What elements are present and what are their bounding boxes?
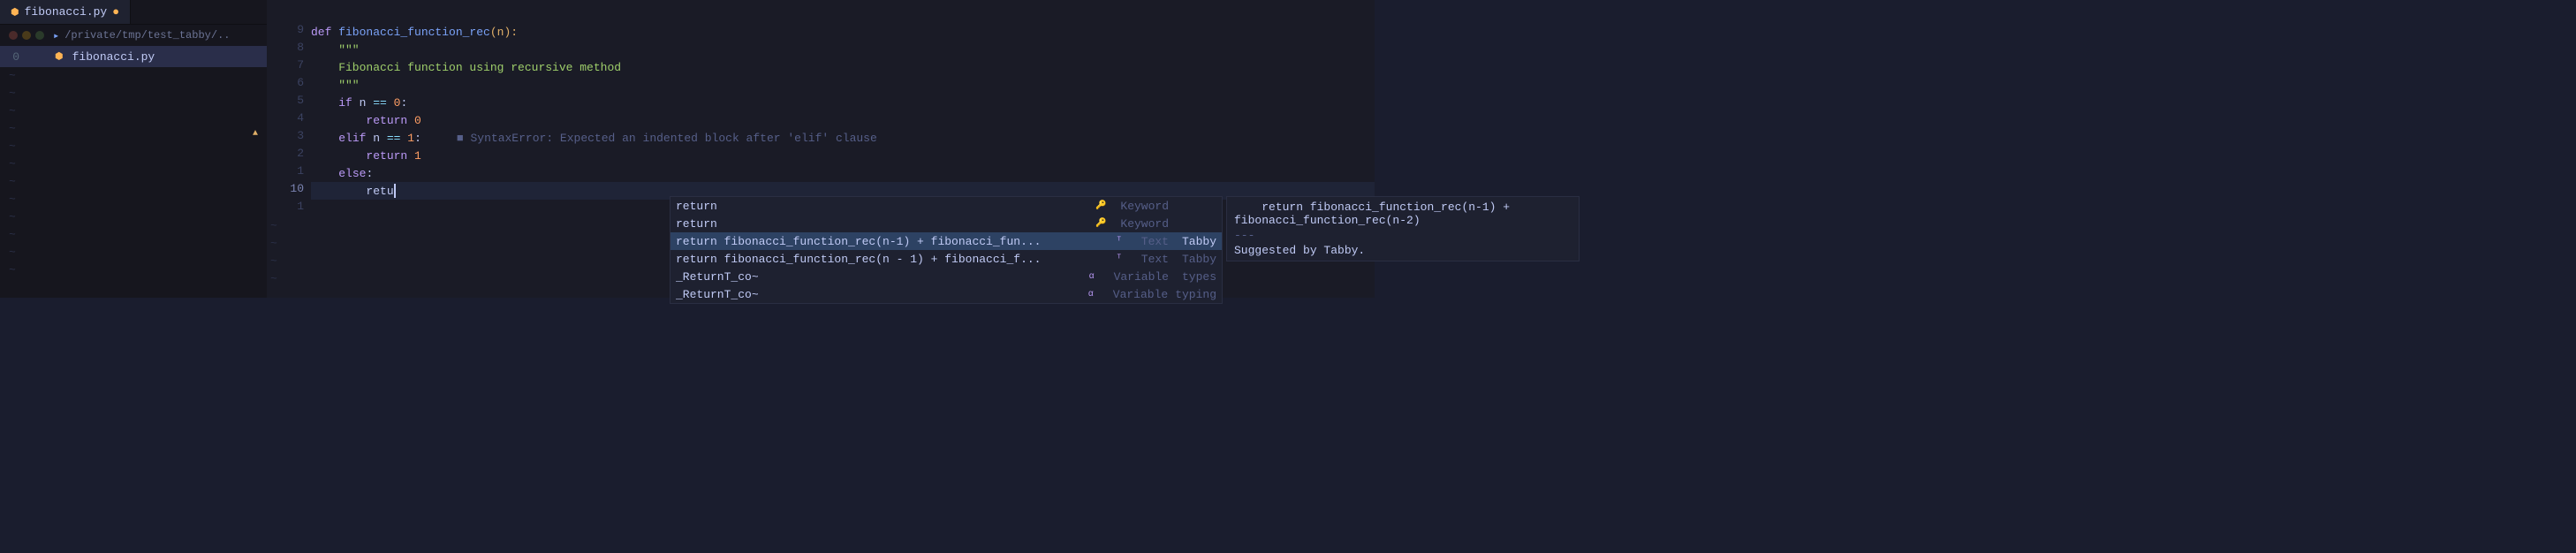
- completion-text: return fibonacci_function_rec(n - 1) + f…: [676, 253, 1117, 266]
- folder-icon: ▸: [53, 29, 59, 42]
- completion-text: return fibonacci_function_rec(n-1) + fib…: [676, 235, 1117, 248]
- completion-kind: Keyword: [1120, 217, 1169, 231]
- txt-icon: ᵀ: [1117, 254, 1129, 264]
- key-icon: 🔑: [1095, 201, 1108, 211]
- completion-source: types: [1176, 270, 1216, 284]
- empty-lines: ~~~~: [270, 217, 277, 288]
- completion-kind: Text: [1141, 253, 1169, 266]
- line-number: 6: [267, 76, 311, 94]
- line-number: 5: [267, 94, 311, 111]
- completion-kind: Variable: [1114, 270, 1169, 284]
- editor-sidebar: ⬢ fibonacci.py ● ▸ /private/tmp/test_tab…: [0, 0, 267, 298]
- python-icon: ⬢: [55, 50, 64, 63]
- completion-text: _ReturnT_co~: [676, 270, 1089, 284]
- modified-indicator-icon: ●: [112, 5, 119, 19]
- line-number: ▲ 3: [267, 129, 311, 147]
- tree-file-name: fibonacci.py: [72, 50, 155, 64]
- line-number: 4: [267, 111, 311, 129]
- warning-icon: ▲: [253, 129, 258, 139]
- completion-detail-popup: return fibonacci_function_rec(n-1) + fib…: [1226, 196, 1580, 261]
- txt-icon: ᵀ: [1117, 237, 1129, 246]
- key-icon: 🔑: [1095, 218, 1108, 229]
- completion-kind: Keyword: [1120, 200, 1169, 213]
- file-tree-item[interactable]: 0 ⬢ fibonacci.py: [0, 46, 267, 67]
- completion-item[interactable]: return fibonacci_function_rec(n-1) + fib…: [671, 232, 1222, 250]
- diagnostic-icon: ■: [457, 132, 464, 145]
- completion-text: return: [676, 217, 1095, 231]
- completion-source: typing: [1175, 288, 1216, 301]
- var-icon: α: [1089, 272, 1102, 282]
- line-number: 7: [267, 58, 311, 76]
- completion-item[interactable]: _ReturnT_co~α Variable typing: [671, 285, 1222, 303]
- editor-tabs: ⬢ fibonacci.py ●: [0, 0, 267, 25]
- line-number-gutter: 9 8 7 6 5 4 ▲ 3 2 1 10 1: [267, 23, 311, 217]
- completion-source: Tabby: [1176, 235, 1216, 248]
- var-icon: α: [1088, 290, 1101, 299]
- completion-source: Tabby: [1176, 253, 1216, 266]
- line-number: 1: [267, 164, 311, 182]
- editor-pane[interactable]: 9 8 7 6 5 4 ▲ 3 2 1 10 1 def fibonacci_f…: [267, 0, 1375, 298]
- close-window-icon: [9, 31, 18, 40]
- completion-kind: Variable: [1113, 288, 1168, 301]
- minimize-window-icon: [22, 31, 31, 40]
- file-path-row: ▸ /private/tmp/test_tabby/..: [0, 25, 267, 46]
- completion-popup[interactable]: return🔑Keywordreturn🔑Keywordreturn fibon…: [670, 196, 1223, 304]
- completion-item[interactable]: return🔑 Keyword: [671, 197, 1222, 215]
- diagnostic-message: SyntaxError: Expected an indented block …: [471, 132, 877, 145]
- completion-text: return: [676, 200, 1095, 213]
- completion-item[interactable]: return fibonacci_function_rec(n - 1) + f…: [671, 250, 1222, 268]
- line-number: 9: [267, 23, 311, 41]
- editor-window: ⬢ fibonacci.py ● ▸ /private/tmp/test_tab…: [0, 0, 1375, 298]
- file-tab[interactable]: ⬢ fibonacci.py ●: [0, 0, 131, 24]
- line-number: 2: [267, 147, 311, 164]
- line-number-current: 10: [267, 182, 311, 200]
- python-icon: ⬢: [11, 6, 19, 19]
- completion-kind: Text: [1141, 235, 1169, 248]
- file-tab-name: fibonacci.py: [25, 5, 108, 19]
- completion-text: _ReturnT_co~: [676, 288, 1088, 301]
- detail-separator: ---: [1234, 229, 1572, 242]
- maximize-window-icon: [35, 31, 44, 40]
- code-area[interactable]: def fibonacci_function_rec(n): """ Fibon…: [311, 23, 1375, 217]
- completion-item[interactable]: _ReturnT_co~α Variable types: [671, 268, 1222, 285]
- window-traffic-lights: [9, 31, 44, 40]
- line-number: 8: [267, 41, 311, 58]
- empty-lines: ~~~~~~~~~~~~: [0, 67, 267, 279]
- detail-source: Suggested by Tabby.: [1234, 244, 1572, 257]
- line-number: 1: [267, 200, 311, 217]
- text-cursor: [394, 184, 396, 198]
- tree-index: 0: [9, 50, 19, 64]
- completion-item[interactable]: return🔑 Keyword: [671, 215, 1222, 232]
- detail-code: return fibonacci_function_rec(n-1) + fib…: [1234, 201, 1572, 227]
- file-path: /private/tmp/test_tabby/..: [64, 29, 230, 42]
